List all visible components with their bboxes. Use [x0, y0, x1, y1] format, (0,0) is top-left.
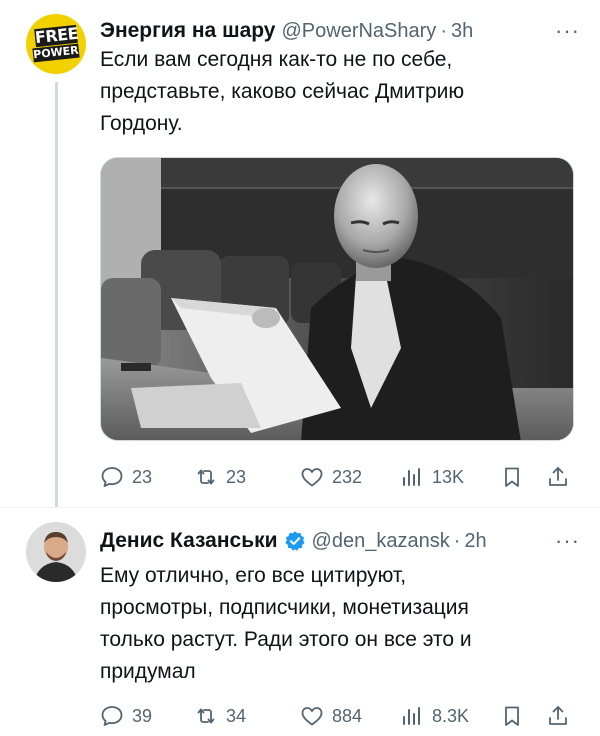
- bookmark-button[interactable]: [500, 696, 524, 736]
- timestamp[interactable]: 3h: [451, 20, 473, 43]
- tweet-text-line: Ему отлично, его все цитируют,: [100, 564, 407, 587]
- more-options-icon[interactable]: ···: [555, 528, 580, 554]
- tweet-header: Энергия на шару @PowerNaShary · 3h ···: [100, 14, 580, 48]
- tweet-text-line: просмотры, подписчики, монетизация: [100, 596, 469, 619]
- heart-icon: [301, 707, 323, 726]
- more-options-icon[interactable]: ···: [555, 18, 580, 44]
- retweet-icon: [197, 469, 215, 485]
- share-icon: [549, 706, 567, 725]
- bookmark-icon: [505, 706, 519, 726]
- retweet-count: 34: [226, 705, 247, 726]
- author-handle[interactable]: @den_kazansk: [312, 530, 450, 553]
- heart-icon: [301, 468, 323, 487]
- view-count: 13K: [432, 466, 465, 487]
- tweet-header: Денис Казанськи @den_kazansk · 2h ···: [100, 524, 580, 558]
- tweet-text-line: Гордону.: [100, 112, 183, 135]
- author-handle[interactable]: @PowerNaShary: [282, 20, 437, 43]
- views-button[interactable]: 8.3K: [400, 696, 469, 736]
- tweet[interactable]: FREE POWER Энергия на шару @PowerNaShary…: [0, 0, 600, 508]
- tweet-text-line: представьте, каково сейчас Дмитрию: [100, 80, 465, 103]
- bookmark-button[interactable]: [500, 457, 524, 497]
- tweet-actions: 23 23 232 13K: [100, 457, 580, 497]
- free-power-logo: FREE POWER: [32, 23, 80, 63]
- avatar[interactable]: [26, 522, 86, 582]
- author-name[interactable]: Денис Казанськи: [100, 529, 278, 553]
- view-count: 8.3K: [432, 705, 470, 726]
- timestamp[interactable]: 2h: [464, 530, 486, 553]
- verified-badge-icon: [284, 531, 305, 551]
- tweet-text: Ему отлично, его все цитируют, просмотры…: [100, 560, 560, 688]
- avatar[interactable]: FREE POWER: [26, 14, 86, 74]
- photo-illustration: [101, 158, 573, 440]
- retweet-icon: [197, 708, 215, 724]
- tweet-text: Если вам сегодня как-то не по себе, пред…: [100, 44, 560, 140]
- profile-photo: [26, 522, 86, 582]
- thread-line: [55, 82, 58, 508]
- separator-dot: ·: [453, 529, 461, 552]
- share-button[interactable]: [546, 457, 570, 497]
- tweet-photo[interactable]: [100, 157, 574, 441]
- like-button[interactable]: 884: [300, 696, 362, 736]
- bookmark-icon: [505, 467, 519, 487]
- share-icon: [549, 467, 567, 486]
- separator-dot: ·: [440, 19, 447, 42]
- like-count: 884: [332, 705, 363, 726]
- analytics-icon: [403, 707, 420, 725]
- reply-button[interactable]: 23: [100, 457, 152, 497]
- tweet-text-line: Если вам сегодня как-то не по себе,: [100, 48, 453, 71]
- reply-button[interactable]: 39: [100, 696, 152, 736]
- share-button[interactable]: [546, 696, 570, 736]
- retweet-button[interactable]: 34: [194, 696, 246, 736]
- reply-count: 23: [132, 466, 153, 487]
- like-button[interactable]: 232: [300, 457, 362, 497]
- author-name[interactable]: Энергия на шару: [100, 19, 276, 43]
- reply-icon: [101, 467, 123, 487]
- tweet-text-line: только растут. Ради этого он все это и: [100, 628, 472, 651]
- tweet-text-line: придумал: [100, 660, 196, 683]
- retweet-count: 23: [226, 466, 247, 487]
- analytics-icon: [403, 468, 420, 486]
- retweet-button[interactable]: 23: [194, 457, 246, 497]
- views-button[interactable]: 13K: [400, 457, 464, 497]
- like-count: 232: [332, 466, 363, 487]
- tweet-actions: 39 34 884 8.3K: [100, 696, 580, 736]
- reply-count: 39: [132, 705, 153, 726]
- reply-icon: [101, 706, 123, 726]
